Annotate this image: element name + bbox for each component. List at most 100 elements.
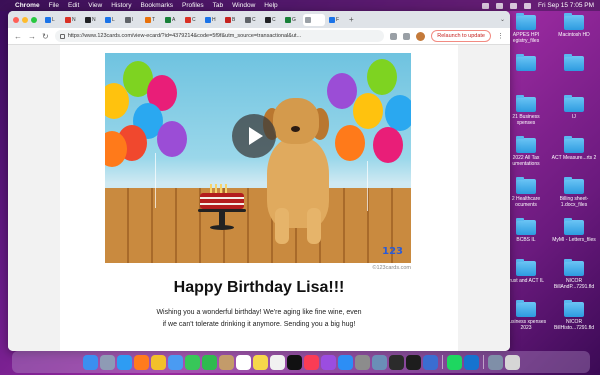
folder-icon [516, 177, 536, 194]
browser-tab[interactable]: T [143, 14, 161, 26]
browser-tab[interactable]: A [163, 14, 181, 26]
new-tab-button[interactable]: + [349, 15, 354, 24]
profile-avatar[interactable] [416, 31, 426, 41]
activity-icon[interactable] [388, 354, 404, 370]
menu-profiles[interactable]: Profiles [182, 2, 204, 9]
browser-tab[interactable]: L [43, 14, 61, 26]
firefox-icon[interactable] [133, 354, 149, 370]
mail-icon[interactable] [167, 354, 183, 370]
app-menu[interactable]: Chrome [15, 2, 40, 9]
appletv-icon[interactable] [286, 354, 302, 370]
browser-tab[interactable]: H [203, 14, 221, 26]
folder-label: MyMI - Letters_files [552, 237, 596, 243]
podcasts-icon[interactable] [320, 354, 336, 370]
music-icon[interactable] [303, 354, 319, 370]
facetime-icon[interactable] [201, 354, 217, 370]
search-icon[interactable] [510, 2, 517, 9]
menu-help[interactable]: Help [264, 2, 277, 9]
desktop-folder[interactable] [551, 54, 597, 73]
balloon-strings [155, 153, 156, 208]
appstore-icon[interactable] [337, 354, 353, 370]
forward-icon[interactable]: → [28, 32, 36, 41]
menu-bookmarks[interactable]: Bookmarks [140, 2, 173, 9]
back-icon[interactable]: ← [14, 32, 22, 41]
browser-tab[interactable]: G [283, 14, 301, 26]
downloads-icon[interactable] [487, 354, 503, 370]
menu-edit[interactable]: Edit [68, 2, 79, 9]
folder-icon [564, 259, 584, 276]
clock[interactable]: Fri Sep 15 7:05 PM [538, 2, 594, 9]
menu-file[interactable]: File [49, 2, 59, 9]
play-button[interactable] [232, 114, 276, 158]
tab-label: C [192, 16, 196, 23]
close-window-button[interactable] [13, 16, 19, 23]
lock-icon[interactable] [59, 33, 65, 39]
menu-tab[interactable]: Tab [213, 2, 223, 9]
menu-history[interactable]: History [111, 2, 131, 9]
tab-favicon-icon [45, 16, 51, 23]
relaunch-button[interactable]: Relaunch to update [431, 30, 491, 42]
photos-icon[interactable] [269, 354, 285, 370]
chrome-icon[interactable] [150, 354, 166, 370]
browser-toolbar: ← → ↻ https://www.123cards.com/view-ecar… [8, 28, 510, 45]
desktop-folder[interactable]: Billing sheet-1.docx_files [551, 177, 597, 208]
folder-icon [564, 95, 584, 112]
browser-tab[interactable]: F [327, 14, 345, 26]
safari-icon[interactable] [116, 354, 132, 370]
extensions-icon[interactable] [403, 32, 411, 40]
desktop-folder[interactable]: NICOR BillHisto...7291.fld [551, 300, 597, 331]
battery-icon[interactable] [496, 2, 503, 9]
settings-icon[interactable] [354, 354, 370, 370]
launchpad-icon[interactable] [99, 354, 115, 370]
folder-icon [564, 13, 584, 30]
folder-icon [516, 54, 536, 71]
word-icon[interactable] [422, 354, 438, 370]
reload-icon[interactable]: ↻ [42, 32, 49, 41]
ecard-message: Wishing you a wonderful birthday! We're … [156, 309, 362, 328]
browser-tab[interactable]: C [183, 14, 201, 26]
desktop-folder[interactable]: ACT Measure...rts 2 [551, 136, 597, 161]
bookmark-star-icon[interactable] [390, 32, 398, 40]
browser-tab[interactable]: N [63, 14, 81, 26]
ecard-video[interactable]: 123 [105, 53, 411, 263]
control-center-icon[interactable] [524, 2, 531, 9]
browser-tab[interactable]: C [263, 14, 281, 26]
browser-tab[interactable]: B [223, 14, 241, 26]
tab-favicon-icon [185, 16, 191, 23]
copyright-text: ©123cards.com [372, 265, 411, 271]
messages-icon[interactable] [184, 354, 200, 370]
folder-icon [564, 300, 584, 317]
page-content: 123 ©123cards.com Happy Birthday Lisa!!!… [8, 45, 510, 351]
more-menu-icon[interactable]: ⋮ [497, 32, 504, 40]
browser-tab[interactable]: l [123, 14, 141, 26]
browser-tab[interactable]: N [83, 14, 101, 26]
spotify-icon[interactable] [446, 354, 462, 370]
address-bar[interactable]: https://www.123cards.com/view-ecard/?id=… [54, 30, 385, 42]
browser-tab[interactable]: C [243, 14, 261, 26]
tab-label: N [72, 16, 76, 23]
browser-tab[interactable]: L [103, 14, 121, 26]
tab-favicon-icon [145, 16, 151, 23]
menu-window[interactable]: Window [232, 2, 255, 9]
desktop-folder[interactable]: NICOR BillAndP...7291.fld [551, 259, 597, 290]
notes-icon[interactable] [252, 354, 268, 370]
menu-bar: Chrome File Edit View History Bookmarks … [0, 0, 600, 11]
terminal-icon[interactable] [405, 354, 421, 370]
trash-icon[interactable] [504, 354, 520, 370]
desktop-folder[interactable]: MyMI - Letters_files [551, 218, 597, 243]
browser-tab[interactable] [303, 13, 325, 26]
balloon-yellow-right [353, 93, 383, 129]
desktop-folder[interactable]: IJ [551, 95, 597, 120]
preview-icon[interactable] [371, 354, 387, 370]
finder-icon[interactable] [82, 354, 98, 370]
tab-label: L [52, 16, 55, 23]
wifi-icon[interactable] [482, 2, 489, 9]
outlook-icon[interactable] [463, 354, 479, 370]
minimize-window-button[interactable] [22, 16, 28, 23]
desktop-folder[interactable]: Macintosh HD [551, 13, 597, 38]
tab-search-icon[interactable]: ⌄ [500, 16, 505, 23]
calendar-icon[interactable] [235, 354, 251, 370]
contacts-icon[interactable] [218, 354, 234, 370]
zoom-window-button[interactable] [31, 16, 37, 23]
menu-view[interactable]: View [88, 2, 102, 9]
